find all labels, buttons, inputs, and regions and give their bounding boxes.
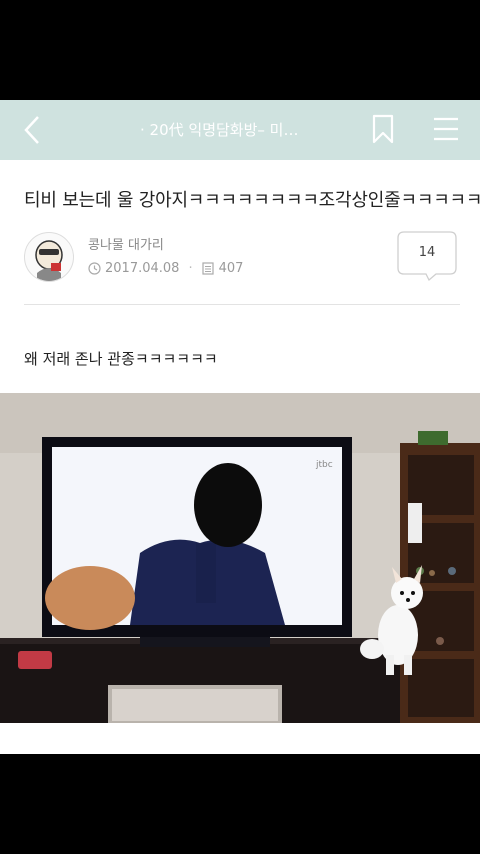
chevron-left-icon[interactable] [18,114,48,146]
tv-channel-logo: jtbc [315,460,333,470]
post-content: 티비 보는데 울 강아지ㅋㅋㅋㅋㅋㅋㅋㅋ조각상인줄ㅋㅋㅋㅋㅋ 콩나물 대가리 2… [0,160,480,754]
board-title[interactable]: · 20代 익명담화방– 미… [140,100,360,160]
bookmark-icon[interactable] [370,114,396,144]
document-icon [201,262,214,275]
meta-separator: · [188,261,193,276]
post-title: 티비 보는데 울 강아지ㅋㅋㅋㅋㅋㅋㅋㅋ조각상인줄ㅋㅋㅋㅋㅋ [24,190,480,211]
author-name[interactable]: 콩나물 대가리 [88,234,164,253]
hamburger-menu-icon[interactable] [432,116,460,142]
post-photo[interactable]: jtbc [0,393,480,723]
post-meta: 2017.04.08 · 407 [88,261,243,276]
avatar[interactable] [24,232,74,282]
app-header: · 20代 익명담화방– 미… [0,100,480,160]
post-date: 2017.04.08 [105,261,180,276]
avatar-illustration [35,240,63,281]
comment-count[interactable]: 14 [396,230,458,276]
photo-illustration: jtbc [0,393,480,723]
bottom-black-area [0,754,480,854]
clock-icon [88,262,101,275]
divider [24,304,460,305]
view-count: 407 [218,261,244,276]
status-bar-area [0,0,480,100]
post-body: 왜 저래 존나 관종ㅋㅋㅋㅋㅋㅋ [24,350,218,368]
